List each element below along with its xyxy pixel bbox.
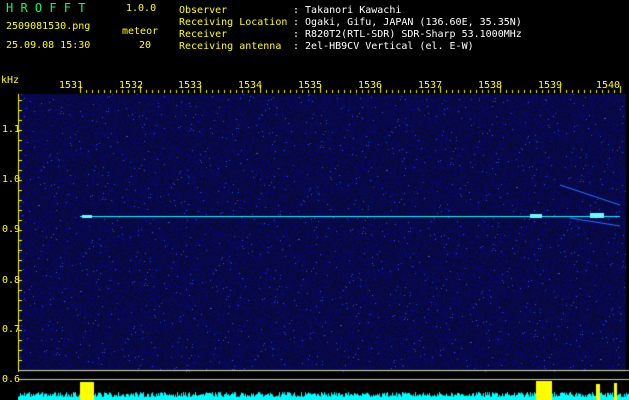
x-tick-label: 1531: [59, 80, 84, 91]
x-tick-label: 1535: [298, 80, 323, 91]
receiver-label: Receiver: [179, 29, 228, 40]
x-tick-label: 1532: [119, 80, 144, 91]
meteor-count-label: meteor: [122, 26, 159, 37]
y-tick-label: 0.7: [2, 324, 21, 335]
y-tick-label: 0.9: [2, 224, 21, 235]
receiver-value: : R820T2(RTL-SDR) SDR-Sharp 53.1000MHz: [293, 29, 522, 40]
spectrogram-canvas: [0, 0, 629, 400]
app-title: H R O F F T: [6, 1, 86, 15]
x-tick-label: 1533: [178, 80, 203, 91]
filename-label: 2509081530.png: [6, 21, 91, 32]
y-axis-unit: kHz: [1, 75, 20, 86]
antenna-label: Receiving antenna: [179, 41, 282, 52]
x-tick-label: 1540: [596, 80, 621, 91]
observer-value: : Takanori Kawachi: [293, 5, 402, 16]
meteor-count-value: 20: [139, 40, 152, 51]
antenna-value: : 2el-HB9CV Vertical (el. E-W): [293, 41, 474, 52]
location-label: Receiving Location: [179, 17, 288, 28]
x-tick-label: 1539: [538, 80, 563, 91]
observer-label: Observer: [179, 5, 228, 16]
x-tick-label: 1534: [238, 80, 263, 91]
y-tick-label: 0.6: [2, 374, 21, 385]
x-tick-label: 1536: [358, 80, 383, 91]
x-tick-label: 1538: [478, 80, 503, 91]
y-tick-label: 0.8: [2, 275, 21, 286]
location-value: : Ogaki, Gifu, JAPAN (136.60E, 35.35N): [293, 17, 522, 28]
timestamp-label: 25.09.08 15:30: [6, 40, 91, 51]
app-version: 1.0.0: [126, 3, 157, 14]
y-tick-label: 1.1: [2, 124, 21, 135]
x-tick-label: 1537: [418, 80, 443, 91]
y-tick-label: 1.0: [2, 174, 21, 185]
